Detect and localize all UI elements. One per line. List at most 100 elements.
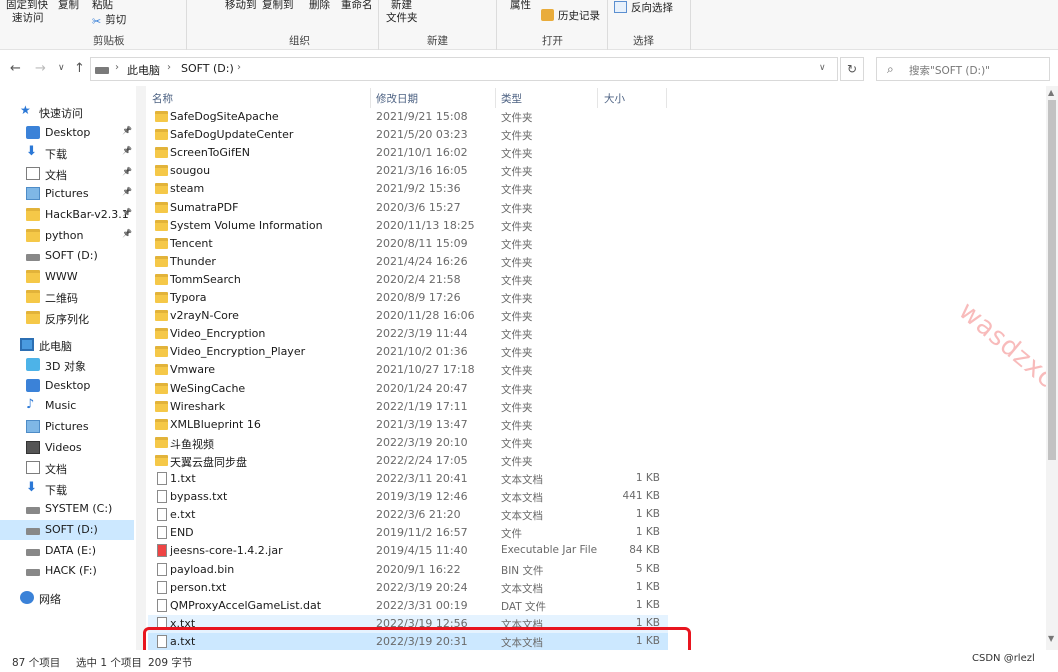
- file-row[interactable]: WeSingCache 2020/1/24 20:47 文件夹: [148, 380, 668, 398]
- new-folder-button[interactable]: 文件夹: [386, 10, 418, 25]
- file-row[interactable]: SumatraPDF 2020/3/6 15:27 文件夹: [148, 199, 668, 217]
- copy-button[interactable]: 复制: [58, 0, 79, 12]
- folder-icon: [155, 328, 168, 340]
- cut-button[interactable]: ✂ 剪切: [92, 12, 126, 28]
- file-row[interactable]: Typora 2020/8/9 17:26 文件夹: [148, 289, 668, 307]
- rename-button[interactable]: 重命名: [341, 0, 373, 12]
- nav-item[interactable]: SYSTEM (C:): [0, 499, 134, 519]
- pin-icon[interactable]: 📌: [122, 146, 132, 155]
- pin-icon[interactable]: 📌: [122, 126, 132, 135]
- column-header-size[interactable]: 大小: [604, 91, 625, 106]
- nav-quick-access[interactable]: ★ 快速访问: [0, 102, 134, 122]
- file-date: 2022/3/11 20:41: [376, 472, 468, 485]
- nav-item[interactable]: Videos: [0, 438, 134, 458]
- forward-arrow-icon[interactable]: →: [35, 61, 46, 76]
- folder-icon: [155, 129, 168, 141]
- breadcrumb-this-pc[interactable]: 此电脑: [127, 62, 160, 78]
- column-divider[interactable]: [370, 88, 371, 108]
- search-input[interactable]: ⌕ 搜索"SOFT (D:)": [876, 57, 1050, 81]
- file-row[interactable]: Vmware 2021/10/27 17:18 文件夹: [148, 361, 668, 379]
- nav-item[interactable]: HackBar-v2.3.1 📌: [0, 205, 134, 225]
- file-row[interactable]: person.txt 2022/3/19 20:24 文本文档 1 KB: [148, 579, 668, 597]
- copy-to-button[interactable]: 复制到: [262, 0, 294, 12]
- up-arrow-icon[interactable]: ↑: [74, 61, 85, 76]
- nav-item[interactable]: WWW: [0, 267, 134, 287]
- file-row[interactable]: XMLBlueprint 16 2021/3/19 13:47 文件夹: [148, 416, 668, 434]
- file-row[interactable]: TommSearch 2020/2/4 21:58 文件夹: [148, 271, 668, 289]
- file-size: 1 KB: [635, 598, 660, 611]
- file-row[interactable]: QMProxyAccelGameList.dat 2022/3/31 00:19 D…: [148, 597, 668, 615]
- delete-button[interactable]: 删除: [309, 0, 330, 12]
- file-row[interactable]: Video_Encryption 2022/3/19 11:44 文件夹: [148, 325, 668, 343]
- file-row[interactable]: v2rayN-Core 2020/11/28 16:06 文件夹: [148, 307, 668, 325]
- nav-item[interactable]: ⬇ 下载: [0, 479, 134, 499]
- file-row[interactable]: payload.bin 2020/9/1 16:22 BIN 文件 5 KB: [148, 561, 668, 579]
- column-divider[interactable]: [495, 88, 496, 108]
- pin-icon[interactable]: 📌: [122, 167, 132, 176]
- file-row[interactable]: Thunder 2021/4/24 16:26 文件夹: [148, 253, 668, 271]
- file-row[interactable]: Video_Encryption_Player 2021/10/2 01:36 文件…: [148, 343, 668, 361]
- nav-item[interactable]: Pictures 📌: [0, 184, 134, 204]
- file-row[interactable]: ScreenToGifEN 2021/10/1 16:02 文件夹: [148, 144, 668, 162]
- file-row[interactable]: 天翼云盘同步盘 2022/2/24 17:05 文件夹: [148, 452, 668, 470]
- pin-icon[interactable]: 📌: [122, 229, 132, 238]
- nav-item[interactable]: Desktop: [0, 376, 134, 396]
- recent-locations-chevron-icon[interactable]: ∨: [58, 63, 65, 73]
- move-to-button[interactable]: 移动到: [225, 0, 257, 12]
- vertical-scrollbar[interactable]: ▲ ▼: [1046, 86, 1058, 650]
- refresh-button[interactable]: ↻: [840, 57, 864, 81]
- breadcrumb-separator-icon[interactable]: ›: [237, 62, 241, 73]
- column-header-name[interactable]: 名称: [152, 91, 173, 106]
- scroll-down-icon[interactable]: ▼: [1048, 634, 1054, 643]
- nav-item[interactable]: Desktop 📌: [0, 123, 134, 143]
- file-row[interactable]: SafeDogSiteApache 2021/9/21 15:08 文件夹: [148, 108, 668, 126]
- scroll-up-icon[interactable]: ▲: [1048, 88, 1054, 97]
- breadcrumb-separator-icon[interactable]: ›: [167, 62, 171, 73]
- address-bar[interactable]: › 此电脑 › SOFT (D:) › ∨: [90, 57, 838, 81]
- folder-icon: [155, 400, 168, 412]
- nav-this-pc[interactable]: 此电脑: [0, 335, 134, 355]
- nav-item[interactable]: 3D 对象: [0, 355, 134, 375]
- nav-item[interactable]: 反序列化: [0, 308, 134, 328]
- nav-item[interactable]: HACK (F:): [0, 561, 134, 581]
- nav-item[interactable]: 文档 📌: [0, 164, 134, 184]
- paste-button[interactable]: 粘贴: [92, 0, 113, 12]
- file-row[interactable]: SafeDogUpdateCenter 2021/5/20 03:23 文件夹: [148, 126, 668, 144]
- file-row[interactable]: Tencent 2020/8/11 15:09 文件夹: [148, 235, 668, 253]
- file-row[interactable]: System Volume Information 2020/11/13 18:2…: [148, 217, 668, 235]
- nav-item[interactable]: SOFT (D:): [0, 520, 134, 540]
- file-row[interactable]: steam 2021/9/2 15:36 文件夹: [148, 180, 668, 198]
- file-row[interactable]: END 2019/11/2 16:57 文件 1 KB: [148, 524, 668, 542]
- nav-item[interactable]: 二维码: [0, 287, 134, 307]
- address-history-chevron-icon[interactable]: ∨: [819, 63, 826, 73]
- column-header-date[interactable]: 修改日期: [376, 91, 418, 106]
- breadcrumb-separator-icon[interactable]: ›: [115, 62, 119, 73]
- nav-item[interactable]: Pictures: [0, 417, 134, 437]
- file-row[interactable]: e.txt 2022/3/6 21:20 文本文档 1 KB: [148, 506, 668, 524]
- back-arrow-icon[interactable]: ←: [10, 61, 21, 76]
- nav-item[interactable]: ♪ Music: [0, 396, 134, 416]
- nav-item[interactable]: 文档: [0, 458, 134, 478]
- nav-item[interactable]: DATA (E:): [0, 541, 134, 561]
- invert-selection-button[interactable]: 反向选择: [614, 0, 673, 15]
- file-row[interactable]: 斗鱼视频 2022/3/19 20:10 文件夹: [148, 434, 668, 452]
- file-row[interactable]: bypass.txt 2019/3/19 12:46 文本文档 441 KB: [148, 488, 668, 506]
- pin-icon[interactable]: 📌: [122, 187, 132, 196]
- column-divider[interactable]: [666, 88, 667, 108]
- nav-network[interactable]: 网络: [0, 588, 134, 608]
- nav-item[interactable]: python 📌: [0, 226, 134, 246]
- file-row[interactable]: sougou 2021/3/16 16:05 文件夹: [148, 162, 668, 180]
- nav-item[interactable]: SOFT (D:): [0, 246, 134, 266]
- file-row[interactable]: jeesns-core-1.4.2.jar 2019/4/15 11:40 Exec…: [148, 542, 668, 560]
- breadcrumb-soft-drive[interactable]: SOFT (D:): [181, 62, 234, 75]
- star-icon: ★: [20, 103, 31, 117]
- scrollbar-thumb[interactable]: [1048, 100, 1056, 460]
- file-row[interactable]: Wireshark 2022/1/19 17:11 文件夹: [148, 398, 668, 416]
- file-row[interactable]: 1.txt 2022/3/11 20:41 文本文档 1 KB: [148, 470, 668, 488]
- column-header-type[interactable]: 类型: [501, 91, 522, 106]
- nav-item[interactable]: ⬇ 下载 📌: [0, 143, 134, 163]
- history-button[interactable]: 历史记录: [541, 8, 600, 23]
- properties-button[interactable]: 属性: [510, 0, 531, 12]
- column-divider[interactable]: [597, 88, 598, 108]
- pin-icon[interactable]: 📌: [122, 208, 132, 217]
